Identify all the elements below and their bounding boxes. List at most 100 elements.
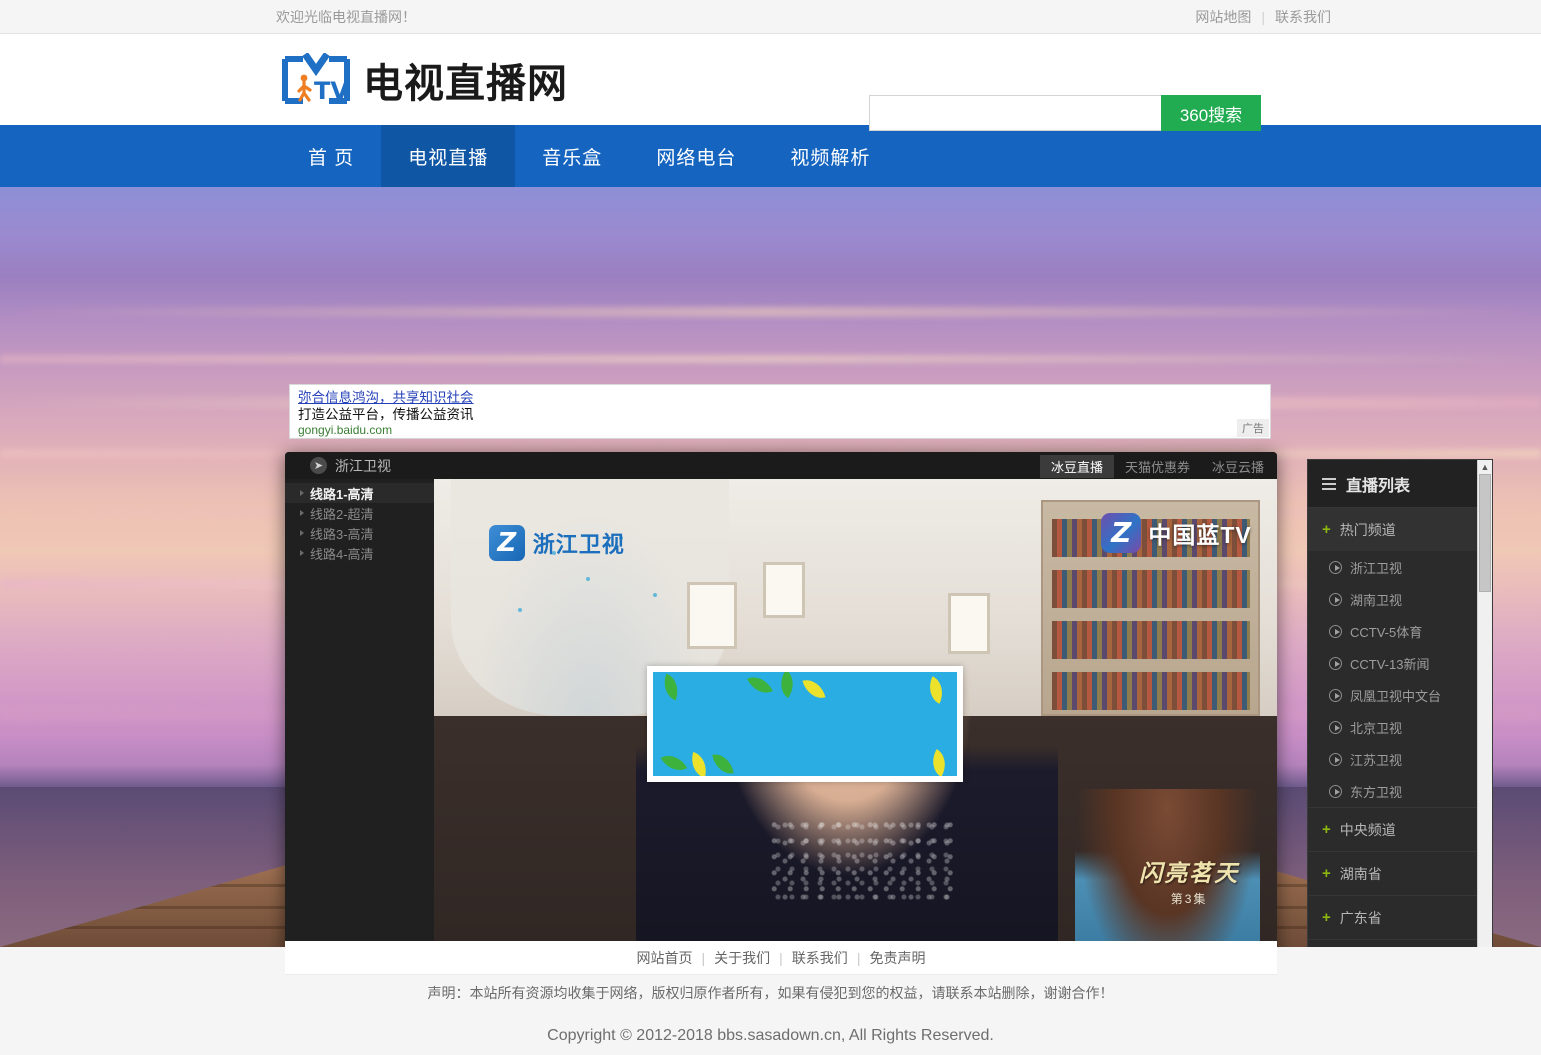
live-list-title: 直播列表 [1346,472,1410,496]
page-stage: 弥合信息鸿沟，共享知识社会 打造公益平台，传播公益资讯 gongyi.baidu… [0,187,1541,947]
channel-item-dongfang[interactable]: 东方卫视 [1308,775,1492,807]
footer-separator: | [779,950,783,966]
ad-title[interactable]: 弥合信息鸿沟，共享知识社会 [298,389,1262,406]
video-bead-curtain [771,820,956,903]
channel-item-hunan[interactable]: 湖南卫视 [1308,583,1492,615]
channel-item-label: 江苏卫视 [1350,750,1402,769]
video-wall-frame [763,562,805,619]
scrollbar-thumb[interactable] [1479,474,1491,592]
channel-item-phoenix[interactable]: 凤凰卫视中文台 [1308,679,1492,711]
player-line-4[interactable]: 线路4-高清 [285,543,434,563]
video-overlay-ad[interactable] [647,666,963,782]
live-list-header: 直播列表 [1308,460,1492,507]
plus-icon: + [1322,822,1331,837]
channel-item-cctv5[interactable]: CCTV-5体育 [1308,615,1492,647]
channel-item-beijing[interactable]: 北京卫视 [1308,711,1492,743]
top-utility-bar: 欢迎光临电视直播网！ 网站地图 | 联系我们 [0,0,1541,34]
play-icon [1329,561,1342,574]
group-shanghai-city[interactable]: + 上海市 [1308,939,1492,947]
video-watermark-right-text: 中国蓝TV [1148,516,1251,550]
plus-icon: + [1322,866,1331,881]
sitemap-link[interactable]: 网站地图 [1195,7,1251,27]
player-line-1[interactable]: 线路1-高清 [285,483,434,503]
group-guangdong-province[interactable]: + 广东省 [1308,895,1492,939]
main-nav: 首 页 电视直播 音乐盒 网络电台 视频解析 [0,125,1541,187]
play-icon [1329,625,1342,638]
group-hunan-province-label: 湖南省 [1340,864,1382,884]
leaf-icon [659,674,683,701]
ad-url: gongyi.baidu.com [298,423,1262,438]
contact-link[interactable]: 联系我们 [1275,7,1331,27]
video-watermark-left: 浙江卫视 [489,525,625,561]
ad-banner[interactable]: 弥合信息鸿沟，共享知识社会 打造公益平台，传播公益资讯 gongyi.baidu… [289,384,1271,439]
group-hot-channels-label: 热门频道 [1340,520,1396,540]
ad-flag-label: 广告 [1237,419,1269,437]
group-central-channels[interactable]: + 中央频道 [1308,807,1492,851]
player-tab-bingdou-cloud[interactable]: 冰豆云播 [1201,455,1275,478]
channel-item-label: 湖南卫视 [1350,590,1402,609]
footer-link-home[interactable]: 网站首页 [637,948,693,968]
player-line-3-label: 线路3-高清 [310,524,374,543]
search-box: 360搜索 [869,95,1261,131]
welcome-text: 欢迎光临电视直播网！ [276,7,416,27]
zhejiang-tv-logo-icon [489,525,525,561]
leaf-icon [712,752,734,776]
footer-link-about[interactable]: 关于我们 [714,948,770,968]
search-button[interactable]: 360搜索 [1161,95,1261,131]
player-tab-tmall-coupon[interactable]: 天猫优惠券 [1114,455,1201,478]
site-title: 电视直播网 [363,51,568,109]
footer-link-contact[interactable]: 联系我们 [792,948,848,968]
play-icon [1329,753,1342,766]
play-icon [1329,785,1342,798]
channel-item-zhejiang[interactable]: 浙江卫视 [1308,551,1492,583]
leaf-icon [926,749,953,776]
channel-item-label: 浙江卫视 [1350,558,1402,577]
leaf-icon [803,676,826,702]
bullet-icon [300,550,304,556]
video-overlay-ad-inner [653,672,957,776]
nav-item-live-tv[interactable]: 电视直播 [381,125,515,187]
channel-item-jiangsu[interactable]: 江苏卫视 [1308,743,1492,775]
video-wall-frame [948,593,990,655]
video-show-title: 闪亮茗天 [1139,854,1239,888]
site-logo[interactable]: TV 电视直播网 [281,51,568,109]
live-list-scrollbar[interactable]: ▲ ▼ [1477,460,1492,947]
search-input[interactable] [869,95,1161,131]
top-links: 网站地图 | 联系我们 [1195,7,1331,27]
player-tab-bingdou-live[interactable]: 冰豆直播 [1040,455,1114,478]
footer-separator: | [702,950,706,966]
video-surface[interactable]: 浙江卫视 中国蓝TV 闪亮茗天 第3集 [434,479,1277,947]
nav-item-home[interactable]: 首 页 [281,125,381,187]
group-hunan-province[interactable]: + 湖南省 [1308,851,1492,895]
scrollbar-track[interactable] [1478,474,1492,947]
live-list-scroll-area[interactable]: + 热门频道 浙江卫视 湖南卫视 CCTV-5体育 CCTV-13新闻 凤 [1308,507,1492,947]
nav-item-music-box[interactable]: 音乐盒 [515,125,629,187]
video-player: ➤ 浙江卫视 冰豆直播 天猫优惠券 冰豆云播 线路1-高清 线路2-超清 [285,452,1277,947]
video-show-episode: 第3集 [1139,890,1239,907]
bullet-icon [300,490,304,496]
footer-separator: | [857,950,861,966]
leaf-icon [747,672,773,699]
nav-item-web-radio[interactable]: 网络电台 [629,125,763,187]
player-line-sidebar: 线路1-高清 线路2-超清 线路3-高清 线路4-高清 线路/剧集选择 [285,479,434,947]
play-icon [1329,593,1342,606]
video-wall-frame [687,582,738,649]
player-line-2[interactable]: 线路2-超清 [285,503,434,523]
leaf-icon [773,672,800,698]
player-line-3[interactable]: 线路3-高清 [285,523,434,543]
leaf-icon [687,752,710,776]
play-icon [1329,721,1342,734]
top-link-separator: | [1261,9,1265,25]
channel-item-label: CCTV-13新闻 [1350,654,1429,673]
nav-item-video-parse[interactable]: 视频解析 [763,125,897,187]
video-show-watermark: 闪亮茗天 第3集 [1139,854,1239,907]
scroll-up-icon[interactable]: ▲ [1481,460,1490,474]
live-channel-panel: 直播列表 + 热门频道 浙江卫视 湖南卫视 CCTV-5体育 CCTV-13新闻 [1307,459,1493,947]
player-line-1-label: 线路1-高清 [310,484,374,503]
footer-link-disclaimer[interactable]: 免责声明 [869,948,925,968]
group-hot-channels[interactable]: + 热门频道 [1308,507,1492,551]
chevron-right-icon[interactable]: ➤ [310,457,327,474]
footer-notice: 声明：本站所有资源均收集于网络，版权归原作者所有，如果有侵犯到您的权益，请联系本… [0,983,1541,1003]
channel-item-cctv13[interactable]: CCTV-13新闻 [1308,647,1492,679]
list-icon [1322,478,1336,490]
